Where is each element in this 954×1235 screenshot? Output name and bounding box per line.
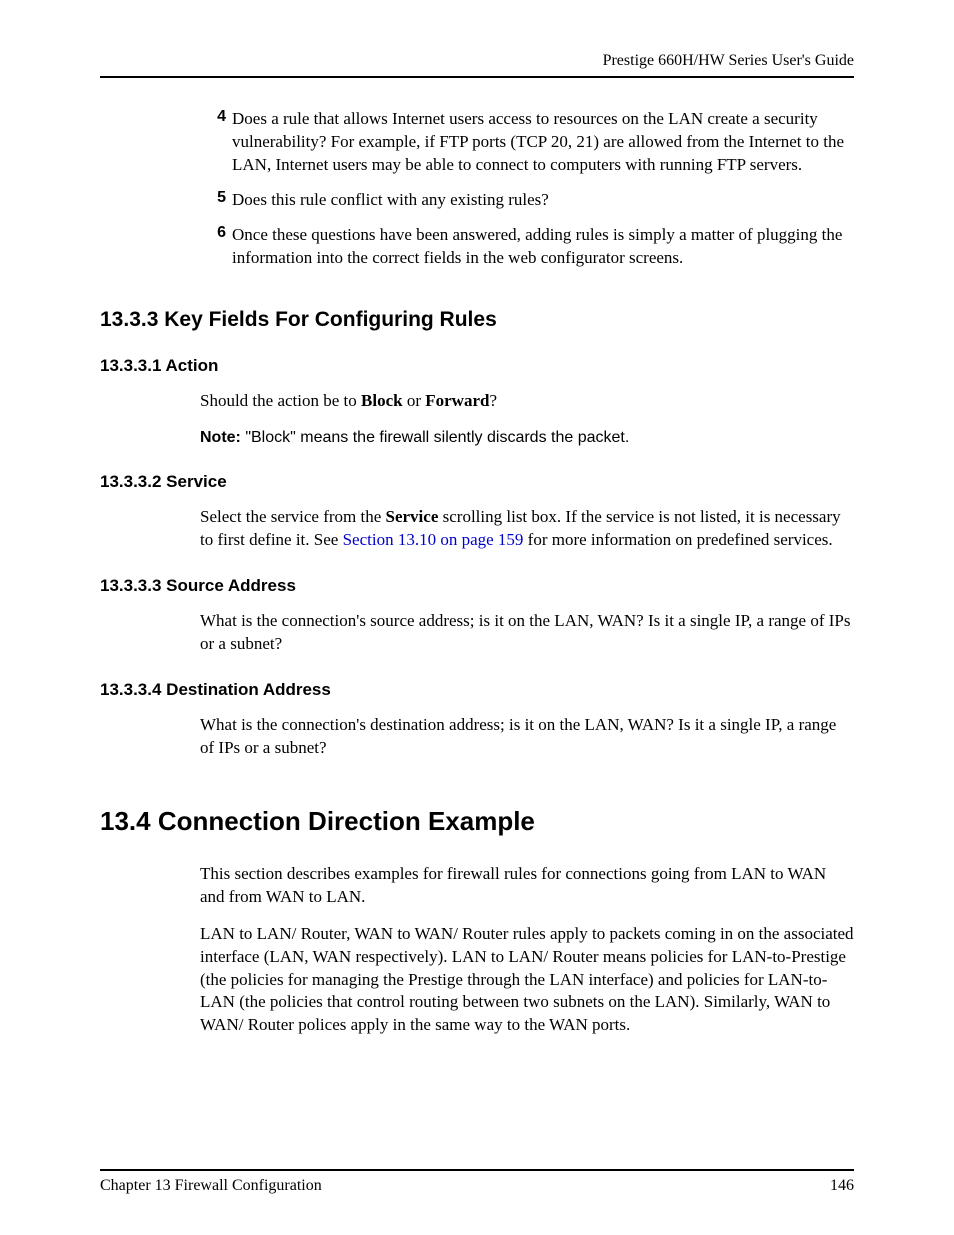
- text: or: [403, 391, 426, 410]
- header-rule: [100, 76, 854, 78]
- footer-wrap: Chapter 13 Firewall Configuration 146: [100, 1169, 854, 1195]
- text: ?: [489, 391, 497, 410]
- text-bold: Forward: [425, 391, 489, 410]
- note-label: Note:: [200, 429, 245, 446]
- heading-action: 13.3.3.1 Action: [100, 356, 854, 376]
- para-action: Should the action be to Block or Forward…: [200, 390, 854, 413]
- list-item: 5 Does this rule conflict with any exist…: [100, 189, 854, 212]
- note-text: "Block" means the firewall silently disc…: [245, 429, 629, 446]
- note: Note: "Block" means the firewall silentl…: [200, 427, 854, 449]
- list-item: 6 Once these questions have been answere…: [100, 224, 854, 270]
- heading-connection-direction: 13.4 Connection Direction Example: [100, 806, 854, 837]
- para-source: What is the connection's source address;…: [200, 610, 854, 656]
- list-text: Once these questions have been answered,…: [232, 224, 854, 270]
- heading-source-address: 13.3.3.3 Source Address: [100, 576, 854, 596]
- heading-service: 13.3.3.2 Service: [100, 472, 854, 492]
- para-conn-2: LAN to LAN/ Router, WAN to WAN/ Router r…: [200, 923, 854, 1038]
- numbered-list: 4 Does a rule that allows Internet users…: [100, 108, 854, 270]
- heading-destination-address: 13.3.3.4 Destination Address: [100, 680, 854, 700]
- text-bold: Block: [361, 391, 403, 410]
- heading-key-fields: 13.3.3 Key Fields For Configuring Rules: [100, 308, 854, 332]
- footer: Chapter 13 Firewall Configuration 146: [100, 1171, 854, 1195]
- list-text: Does a rule that allows Internet users a…: [232, 108, 854, 177]
- text-bold: Service: [386, 507, 439, 526]
- footer-chapter: Chapter 13 Firewall Configuration: [100, 1177, 322, 1195]
- footer-page: 146: [830, 1177, 854, 1195]
- text: for more information on predefined servi…: [523, 530, 832, 549]
- list-number: 4: [208, 108, 226, 126]
- list-item: 4 Does a rule that allows Internet users…: [100, 108, 854, 177]
- text: Should the action be to: [200, 391, 361, 410]
- para-conn-1: This section describes examples for fire…: [200, 863, 854, 909]
- list-text: Does this rule conflict with any existin…: [232, 189, 549, 212]
- list-number: 6: [208, 224, 226, 242]
- para-service: Select the service from the Service scro…: [200, 506, 854, 552]
- header-title: Prestige 660H/HW Series User's Guide: [100, 52, 854, 70]
- para-destination: What is the connection's destination add…: [200, 714, 854, 760]
- text: Select the service from the: [200, 507, 386, 526]
- cross-ref-link[interactable]: Section 13.10 on page 159: [343, 530, 524, 549]
- list-number: 5: [208, 189, 226, 207]
- page-content: 4 Does a rule that allows Internet users…: [100, 108, 854, 1169]
